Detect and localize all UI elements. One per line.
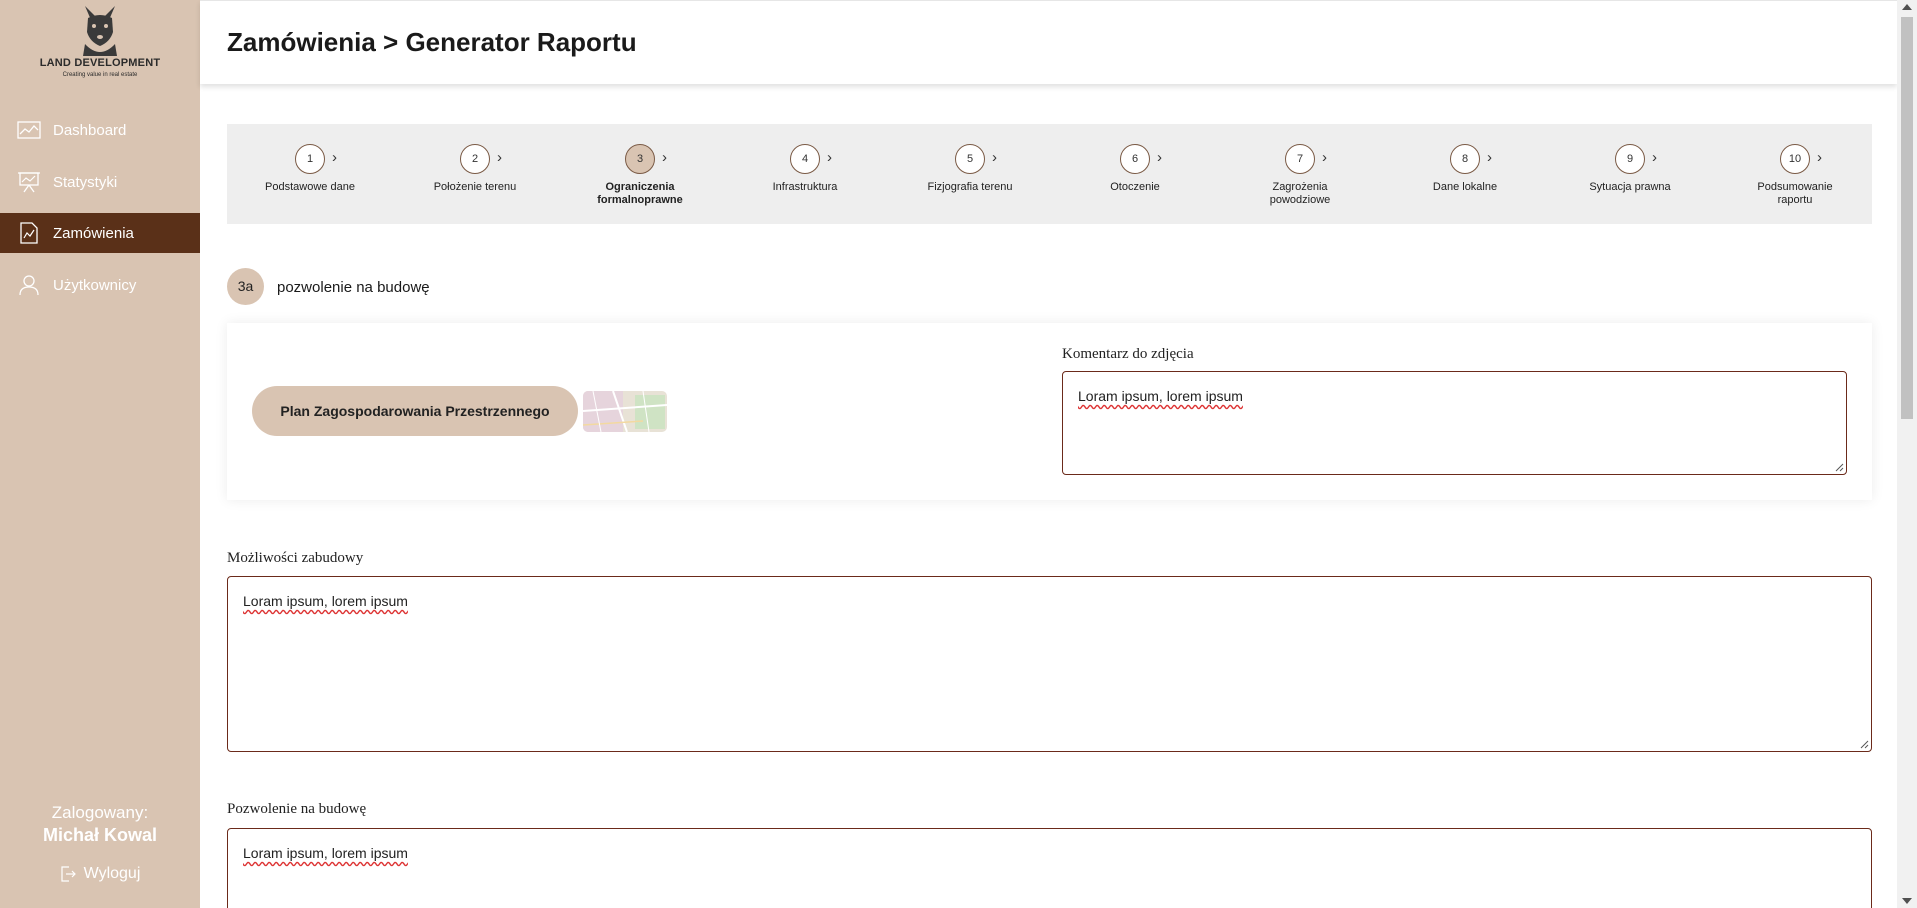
step-label: Infrastruktura xyxy=(772,181,838,193)
scroll-up-arrow-icon[interactable] xyxy=(1902,4,1912,10)
document-chart-icon xyxy=(17,222,41,244)
sidebar-item-label: Statystyki xyxy=(53,173,118,191)
step-label: Sytuacja prawna xyxy=(1589,181,1671,193)
step-8[interactable]: 8 › Dane lokalne xyxy=(1385,144,1545,194)
step-3[interactable]: 3 › Ograniczenia formalnoprawne xyxy=(560,144,720,207)
mozliwosci-textarea[interactable]: Loram ipsum, lorem ipsum xyxy=(227,576,1872,752)
step-number: 5 xyxy=(955,144,985,174)
sidebar-item-label: Użytkownicy xyxy=(53,276,137,294)
chevron-right-icon: › xyxy=(1322,149,1327,166)
chevron-right-icon: › xyxy=(662,149,667,166)
sidebar: LAND DEVELOPMENT Creating value in real … xyxy=(0,0,200,908)
step-10[interactable]: 10 › Podsumowanie raportu xyxy=(1715,144,1875,207)
dog-logo-icon xyxy=(83,6,117,56)
sidebar-item-label: Zamówienia xyxy=(53,224,134,242)
step-4[interactable]: 4 › Infrastruktura xyxy=(725,144,885,194)
step-label: Otoczenie xyxy=(1110,181,1160,193)
step-number: 10 xyxy=(1780,144,1810,174)
step-number: 3 xyxy=(625,144,655,174)
chevron-right-icon: › xyxy=(992,149,997,166)
pozwolenie-textarea[interactable]: Loram ipsum, lorem ipsum xyxy=(227,828,1872,908)
step-number: 9 xyxy=(1615,144,1645,174)
chevron-right-icon: › xyxy=(332,149,337,166)
logged-user: Zalogowany: Michał Kowal xyxy=(0,803,200,846)
step-label: Podsumowanie raportu xyxy=(1757,181,1833,206)
step-9[interactable]: 9 › Sytuacja prawna xyxy=(1550,144,1710,194)
logo[interactable]: LAND DEVELOPMENT Creating value in real … xyxy=(0,0,200,84)
chevron-right-icon: › xyxy=(497,149,502,166)
page-title: Zamówienia > Generator Raportu xyxy=(227,27,637,57)
sidebar-item-statystyki[interactable]: Statystyki xyxy=(0,162,200,202)
logged-label: Zalogowany: xyxy=(51,803,149,822)
chart-line-icon xyxy=(17,119,41,141)
brand-name: LAND DEVELOPMENT xyxy=(39,57,161,69)
step-number: 6 xyxy=(1120,144,1150,174)
step-label: Fizjografia terenu xyxy=(927,181,1013,193)
report-stepper: 1 › Podstawowe dane 2 › Położenie terenu 3… xyxy=(227,124,1872,224)
chevron-right-icon: › xyxy=(1157,149,1162,166)
comment-textarea[interactable]: Loram ipsum, lorem ipsum xyxy=(1062,371,1847,475)
step-number: 2 xyxy=(460,144,490,174)
page-scrollbar[interactable] xyxy=(1897,0,1917,908)
step-2[interactable]: 2 › Położenie terenu xyxy=(395,144,555,194)
mozliwosci-text: Loram ipsum, lorem ipsum xyxy=(243,593,408,609)
plan-zagospodarowania-button[interactable]: Plan Zagospodarowania Przestrzennego xyxy=(252,386,578,436)
chevron-right-icon: › xyxy=(827,149,832,166)
comment-label: Komentarz do zdjęcia xyxy=(1062,346,1194,362)
logout-label: Wyloguj xyxy=(83,865,141,882)
step-7[interactable]: 7 › Zagrożenia powodziowe xyxy=(1220,144,1380,207)
chevron-right-icon: › xyxy=(1652,149,1657,166)
step-number: 1 xyxy=(295,144,325,174)
pozwolenie-text: Loram ipsum, lorem ipsum xyxy=(243,845,408,861)
step-label: Położenie terenu xyxy=(433,181,517,193)
step-5[interactable]: 5 › Fizjografia terenu xyxy=(890,144,1050,194)
pozwolenie-label: Pozwolenie na budowę xyxy=(227,801,367,817)
resize-handle-icon[interactable] xyxy=(1834,462,1844,472)
page-header: Zamówienia > Generator Raportu xyxy=(200,0,1897,84)
plan-card: Plan Zagospodarowania Przestrzennego Kom… xyxy=(227,323,1872,500)
section-badge: 3a xyxy=(227,268,264,305)
step-number: 8 xyxy=(1450,144,1480,174)
scroll-thumb[interactable] xyxy=(1901,17,1913,419)
step-number: 4 xyxy=(790,144,820,174)
sidebar-item-zamowienia[interactable]: Zamówienia xyxy=(0,213,200,253)
logout-button[interactable]: Wyloguj xyxy=(0,865,200,883)
map-thumbnail[interactable] xyxy=(583,391,667,432)
mozliwosci-label: Możliwości zabudowy xyxy=(227,550,364,566)
chevron-right-icon: › xyxy=(1817,149,1822,166)
section-title: pozwolenie na budowę xyxy=(277,279,430,296)
user-name: Michał Kowal xyxy=(42,825,158,845)
resize-handle-icon[interactable] xyxy=(1859,739,1869,749)
brand-tagline: Creating value in real estate xyxy=(62,72,138,78)
app: LAND DEVELOPMENT Creating value in real … xyxy=(0,0,1917,908)
step-label: Ograniczenia formalnoprawne xyxy=(597,181,683,206)
step-label: Zagrożenia powodziowe xyxy=(1269,181,1331,206)
logout-icon xyxy=(60,866,76,882)
presentation-board-icon xyxy=(17,171,41,193)
sidebar-item-dashboard[interactable]: Dashboard xyxy=(0,110,200,150)
step-1[interactable]: 1 › Podstawowe dane xyxy=(230,144,390,194)
user-icon xyxy=(17,274,41,296)
step-label: Dane lokalne xyxy=(1432,181,1498,193)
step-label: Podstawowe dane xyxy=(265,181,355,193)
step-6[interactable]: 6 › Otoczenie xyxy=(1055,144,1215,194)
chevron-right-icon: › xyxy=(1487,149,1492,166)
comment-text: Loram ipsum, lorem ipsum xyxy=(1078,388,1243,404)
step-number: 7 xyxy=(1285,144,1315,174)
scroll-down-arrow-icon[interactable] xyxy=(1902,898,1912,904)
sidebar-item-label: Dashboard xyxy=(53,121,127,139)
sidebar-item-uzytkownicy[interactable]: Użytkownicy xyxy=(0,265,200,305)
